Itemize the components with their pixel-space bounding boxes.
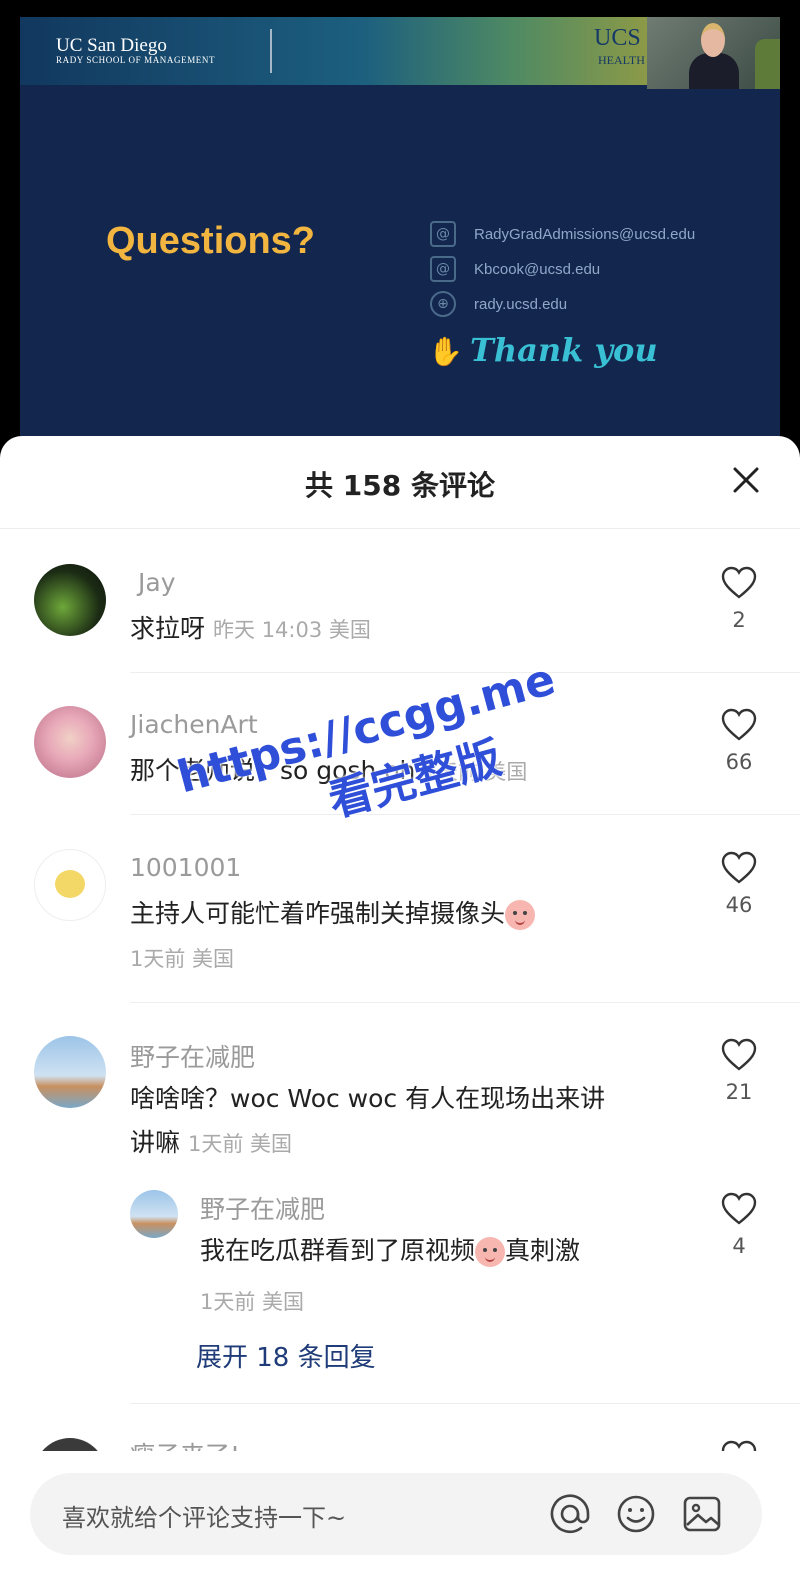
comment-meta: 1天前 美国	[200, 1290, 305, 1314]
comment-text: 那个老师说：so gosh oh 1天前 美国	[130, 756, 528, 785]
close-icon	[733, 467, 759, 493]
globe-icon: ⊕	[430, 291, 456, 317]
comment-username[interactable]: Jay	[138, 568, 176, 597]
like-button[interactable]: 66	[709, 708, 769, 774]
comment-input-bar: 喜欢就给个评论支持一下~	[0, 1451, 800, 1583]
contact-row: ⊕ rady.ucsd.edu	[430, 287, 567, 321]
heart-icon	[721, 1038, 757, 1071]
comment-username[interactable]: 1001001	[130, 853, 241, 882]
slide-heading: Questions?	[106, 220, 316, 262]
like-count: 21	[725, 1080, 753, 1104]
slide-header-banner: UC San Diego RADY SCHOOL OF MANAGEMENT U…	[20, 17, 780, 89]
like-count: 4	[732, 1234, 746, 1258]
contact-text: RadyGradAdmissions@ucsd.edu	[474, 225, 696, 243]
rady-school-label: RADY SCHOOL OF MANAGEMENT	[56, 55, 216, 65]
comment-text: 主持人可能忙着咋强制关掉摄像头	[130, 891, 536, 937]
hand-plant-icon: ✋	[428, 335, 463, 368]
header-divider	[0, 528, 800, 529]
like-button[interactable]: 2	[709, 566, 769, 632]
avatar[interactable]	[34, 1036, 106, 1108]
heart-icon	[721, 1192, 757, 1225]
comment-text: 求拉呀 昨天 14:03 美国	[130, 614, 371, 643]
mention-icon[interactable]	[548, 1492, 592, 1536]
comment-meta: 1天前 美国	[188, 1132, 293, 1156]
like-button[interactable]: 4	[709, 1192, 769, 1258]
comment-count-title: 共 158 条评论	[305, 469, 495, 502]
comment-divider	[130, 672, 800, 673]
heart-icon	[721, 566, 757, 599]
comment-divider	[130, 1002, 800, 1003]
comment-text: 啥啥啥？woc Woc woc 有人在现场出来讲	[130, 1084, 606, 1113]
expand-replies-link[interactable]: 展开 18 条回复	[196, 1337, 376, 1374]
uc-health-logo: UCS	[594, 25, 641, 51]
like-button[interactable]: 21	[709, 1038, 769, 1104]
crying-emoji-icon	[505, 900, 536, 930]
close-button[interactable]	[726, 460, 766, 500]
contact-row: @ Kbcook@ucsd.edu	[430, 252, 600, 286]
comment-text: 我在吃瓜群看到了原视频 真刺激	[200, 1236, 581, 1267]
mail-icon: @	[430, 256, 456, 282]
like-count: 66	[725, 750, 753, 774]
avatar[interactable]	[34, 564, 106, 636]
thank-you-text: Thank you	[470, 331, 658, 369]
contact-text: Kbcook@ucsd.edu	[474, 260, 601, 278]
comment-text: 讲嘛 1天前 美国	[130, 1128, 293, 1157]
comment-divider	[130, 814, 800, 815]
comment-divider	[130, 1403, 800, 1404]
avatar[interactable]	[130, 1190, 178, 1238]
video-player[interactable]: UC San Diego RADY SCHOOL OF MANAGEMENT U…	[0, 0, 800, 450]
comment-username[interactable]: JiachenArt	[130, 710, 258, 739]
header-divider	[270, 29, 272, 73]
duck-icon	[55, 870, 85, 898]
presentation-slide: UC San Diego RADY SCHOOL OF MANAGEMENT U…	[20, 17, 780, 440]
crying-emoji-icon	[475, 1237, 506, 1267]
comment-meta: 1天前 美国	[423, 760, 528, 784]
comment-input-placeholder: 喜欢就给个评论支持一下~	[62, 1504, 347, 1532]
avatar[interactable]	[34, 706, 106, 778]
comment-sheet: 共 158 条评论	[0, 436, 800, 1583]
speaker-webcam	[647, 17, 780, 89]
contact-text: rady.ucsd.edu	[474, 295, 568, 313]
uc-health-sub: HEALTH	[598, 53, 645, 67]
mail-icon: @	[430, 221, 456, 247]
comment-meta: 昨天 14:03 美国	[213, 618, 371, 642]
contact-row: @ RadyGradAdmissions@ucsd.edu	[430, 217, 695, 251]
comment-meta: 1天前 美国	[130, 947, 235, 971]
like-count: 2	[732, 608, 746, 632]
comment-username[interactable]: 野子在减肥	[130, 1038, 255, 1074]
heart-icon	[721, 708, 757, 741]
image-icon[interactable]	[680, 1492, 724, 1536]
heart-icon	[721, 851, 757, 884]
ucsd-logo: UC San Diego	[56, 35, 167, 56]
like-button[interactable]: 46	[709, 851, 769, 917]
comment-username[interactable]: 野子在减肥	[200, 1190, 325, 1226]
like-count: 46	[725, 893, 753, 917]
comment-input[interactable]: 喜欢就给个评论支持一下~	[30, 1473, 762, 1555]
avatar[interactable]	[34, 849, 106, 921]
emoji-icon[interactable]	[614, 1492, 658, 1536]
